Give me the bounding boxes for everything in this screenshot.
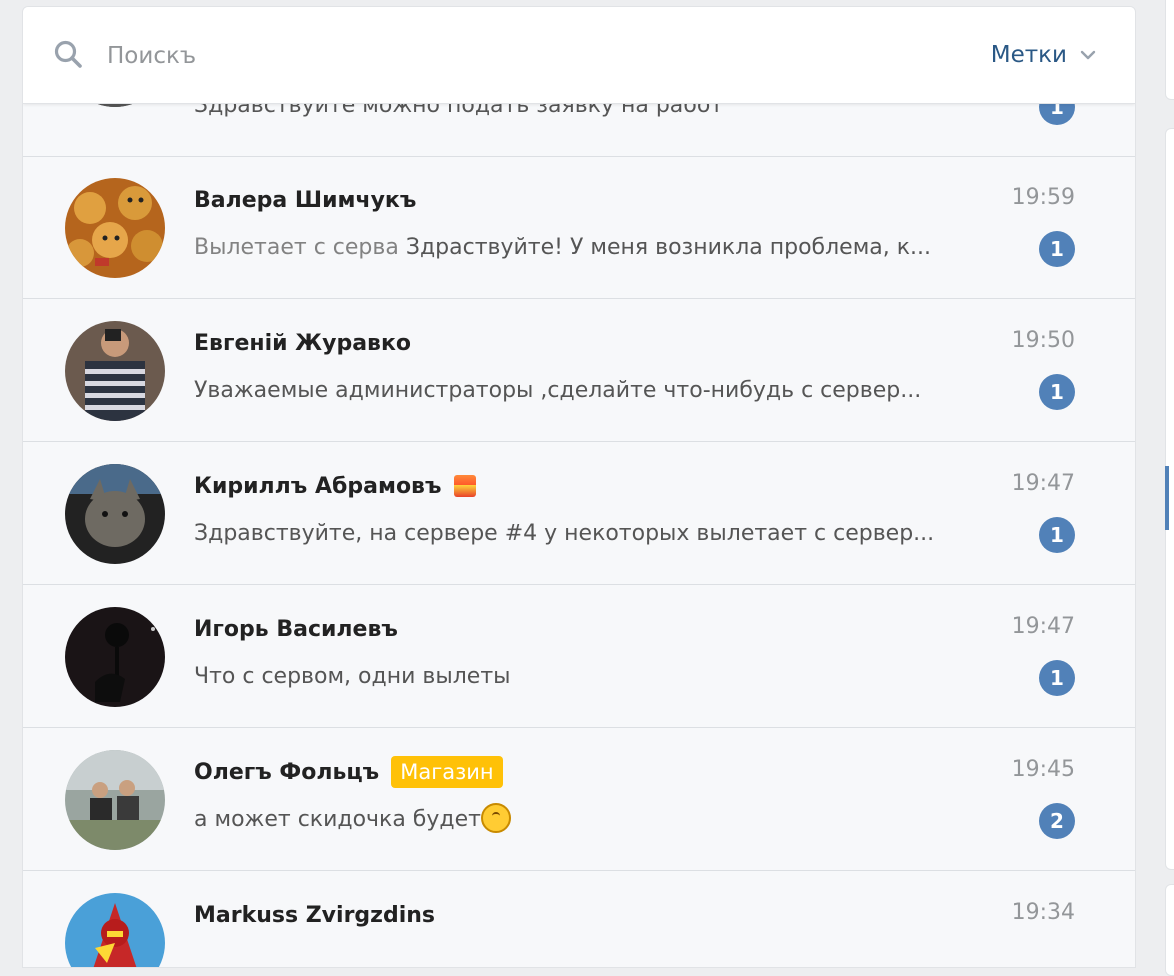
message-time: 19:50 xyxy=(1011,328,1075,353)
sunset-emoji-icon xyxy=(453,475,476,497)
dialog-row[interactable]: Валера Шимчукъ 19:59 Вылетает с серва Зд… xyxy=(23,157,1135,299)
contact-name[interactable]: Кириллъ Абрамовъ xyxy=(194,474,442,499)
unread-badge: 1 xyxy=(1039,231,1075,267)
search-bar: Метки xyxy=(23,7,1135,104)
dialog-row[interactable]: Игорь Василевъ 19:47 Что с сервом, одни … xyxy=(23,586,1135,728)
avatar[interactable] xyxy=(65,178,165,278)
dialog-row[interactable]: Евгеній Журавко 19:50 Уважаемые админист… xyxy=(23,300,1135,442)
contact-name[interactable]: Markuss Zvirgzdins xyxy=(194,903,435,928)
upside-down-smile-emoji-icon xyxy=(480,803,511,833)
message-time: 19:47 xyxy=(1011,471,1075,496)
avatar[interactable] xyxy=(65,750,165,850)
avatar[interactable] xyxy=(65,607,165,707)
unread-badge: 1 xyxy=(1039,517,1075,553)
dialog-row[interactable]: Олегъ Фольцъ Магазин 19:45 а может скидо… xyxy=(23,729,1135,871)
side-panel-active-indicator xyxy=(1165,466,1169,530)
side-panel-top xyxy=(1165,0,1174,100)
dialogs-panel: Здравствуйте можно подать заявку на рабо… xyxy=(22,6,1136,968)
message-preview: Вылетает с серва Здраствуйте! У меня воз… xyxy=(194,231,974,265)
message-text: Уважаемые администраторы ,сделайте что-н… xyxy=(194,378,922,403)
message-preview: Что с сервом, одни вылеты xyxy=(194,660,974,694)
dialog-row[interactable]: Кириллъ Абрамовъ 19:47 Здравствуйте, на … xyxy=(23,443,1135,585)
unread-badge: 1 xyxy=(1039,374,1075,410)
contact-name[interactable]: Валера Шимчукъ xyxy=(194,188,416,213)
message-preview: Здравствуйте, на сервере #4 у некоторых … xyxy=(194,517,974,551)
shop-tag[interactable]: Магазин xyxy=(391,756,503,788)
message-time: 19:59 xyxy=(1011,185,1075,210)
unread-badge: 1 xyxy=(1039,660,1075,696)
message-text: Здравствуйте, на сервере #4 у некоторых … xyxy=(194,521,935,546)
side-panel-bottom xyxy=(1165,884,1174,976)
message-text: Здраствуйте! У меня возникла проблема, к… xyxy=(405,235,932,260)
message-time: 19:45 xyxy=(1011,757,1075,782)
message-time: 19:47 xyxy=(1011,614,1075,639)
labels-button-label: Метки xyxy=(990,42,1067,68)
unread-badge: 2 xyxy=(1039,803,1075,839)
message-preview: а может скидочка будет xyxy=(194,803,974,837)
message-preview: Уважаемые администраторы ,сделайте что-н… xyxy=(194,374,974,408)
chevron-down-icon xyxy=(1080,50,1096,60)
labels-dropdown-button[interactable]: Метки xyxy=(991,37,1097,73)
message-subject: Вылетает с серва xyxy=(194,235,399,260)
dialog-row[interactable]: Markuss Zvirgzdins 19:34 xyxy=(23,872,1135,967)
message-text: Что с сервом, одни вылеты xyxy=(194,664,511,689)
contact-name[interactable]: Олегъ Фольцъ xyxy=(194,760,379,785)
contact-name[interactable]: Игорь Василевъ xyxy=(194,617,398,642)
avatar[interactable] xyxy=(65,321,165,421)
search-input[interactable] xyxy=(105,35,809,77)
contact-name[interactable]: Евгеній Журавко xyxy=(194,331,411,356)
avatar[interactable] xyxy=(65,893,165,967)
avatar[interactable] xyxy=(65,464,165,564)
search-icon xyxy=(54,40,82,68)
message-text: а может скидочка будет xyxy=(194,807,481,832)
message-time: 19:34 xyxy=(1011,900,1075,925)
